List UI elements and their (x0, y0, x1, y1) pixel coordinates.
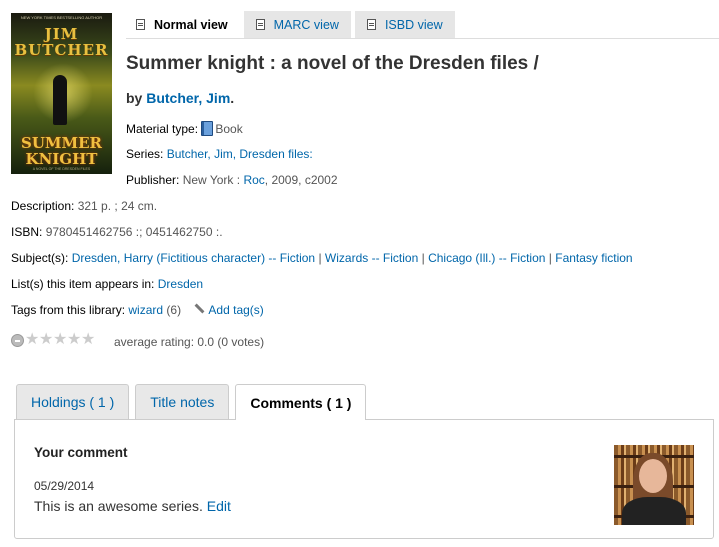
tab-normal-view[interactable]: Normal view (126, 11, 240, 38)
cover-tagline: NEW YORK TIMES BESTSELLING AUTHOR (20, 15, 103, 20)
record-title: Summer knight : a novel of the Dresden f… (126, 53, 539, 74)
tab-marc-view[interactable]: MARC view (243, 11, 351, 38)
table-icon (255, 19, 265, 30)
subject-link[interactable]: Wizards -- Fiction (325, 251, 418, 265)
byline: by Butcher, Jim. (126, 90, 235, 106)
document-icon (136, 19, 145, 30)
book-icon (201, 121, 214, 136)
cover-figure (53, 75, 67, 125)
comments-panel: Your comment 05/29/2014 This is an aweso… (14, 419, 714, 539)
star-icon[interactable]: ★ (53, 332, 67, 348)
subject-link[interactable]: Fantasy fiction (555, 251, 632, 265)
book-cover-image: NEW YORK TIMES BESTSELLING AUTHOR JIM BU… (11, 13, 112, 174)
tab-isbd-view[interactable]: ISBD view (354, 11, 455, 38)
view-tabs: Normal view MARC view ISBD view (126, 11, 459, 38)
folder-icon (366, 19, 376, 30)
comment-date: 05/29/2014 (34, 479, 95, 493)
comment-body: This is an awesome series. Edit (34, 498, 231, 514)
cover-title: SUMMER KNIGHT (20, 134, 103, 168)
star-icon[interactable]: ★ (39, 332, 53, 348)
subject-link[interactable]: Dresden, Harry (Fictitious character) --… (72, 251, 315, 265)
star-icon[interactable]: ★ (67, 332, 81, 348)
subjects-row: Subject(s): Dresden, Harry (Fictitious c… (11, 251, 633, 265)
publisher-link[interactable]: Roc (243, 173, 264, 187)
add-tags-link[interactable]: Add tag(s) (208, 303, 263, 317)
star-icon[interactable]: ★ (81, 332, 95, 348)
isbn-row: ISBN: 9780451462756 :; 0451462750 :. (11, 225, 223, 239)
tags-row: Tags from this library: wizard (6) Add t… (11, 303, 264, 317)
description-row: Description: 321 p. ; 24 cm. (11, 199, 158, 213)
subject-link[interactable]: Chicago (Ill.) -- Fiction (428, 251, 545, 265)
detail-tabs: Holdings ( 1 ) Title notes Comments ( 1 … (16, 384, 372, 420)
lists-row: List(s) this item appears in: Dresden (11, 277, 204, 291)
tab-holdings[interactable]: Holdings ( 1 ) (16, 384, 130, 419)
material-type-row: Material type: Book (126, 121, 243, 136)
star-rating: ★ ★ ★ ★ ★ (11, 332, 95, 348)
author-link[interactable]: Butcher, Jim (146, 90, 230, 106)
comment-heading: Your comment (34, 445, 128, 460)
cover-subtitle: A NOVEL OF THE DRESDEN FILES (32, 167, 91, 171)
tab-title-notes[interactable]: Title notes (135, 384, 230, 419)
edit-comment-link[interactable]: Edit (207, 498, 231, 514)
star-icon[interactable]: ★ (25, 332, 39, 348)
cover-author: JIM BUTCHER (14, 25, 109, 59)
series-link[interactable]: Butcher, Jim, Dresden files: (167, 147, 313, 161)
pencil-icon (194, 304, 204, 314)
avatar (614, 445, 694, 525)
tab-comments[interactable]: Comments ( 1 ) (235, 384, 367, 420)
series-row: Series: Butcher, Jim, Dresden files: (126, 147, 313, 161)
rating-text: average rating: 0.0 (0 votes) (114, 335, 265, 349)
publisher-row: Publisher: New York : Roc, 2009, c2002 (126, 173, 338, 187)
list-link[interactable]: Dresden (158, 277, 203, 291)
tabs-divider (126, 38, 719, 39)
tag-link[interactable]: wizard (128, 303, 163, 317)
cancel-rating-icon[interactable] (11, 333, 24, 347)
